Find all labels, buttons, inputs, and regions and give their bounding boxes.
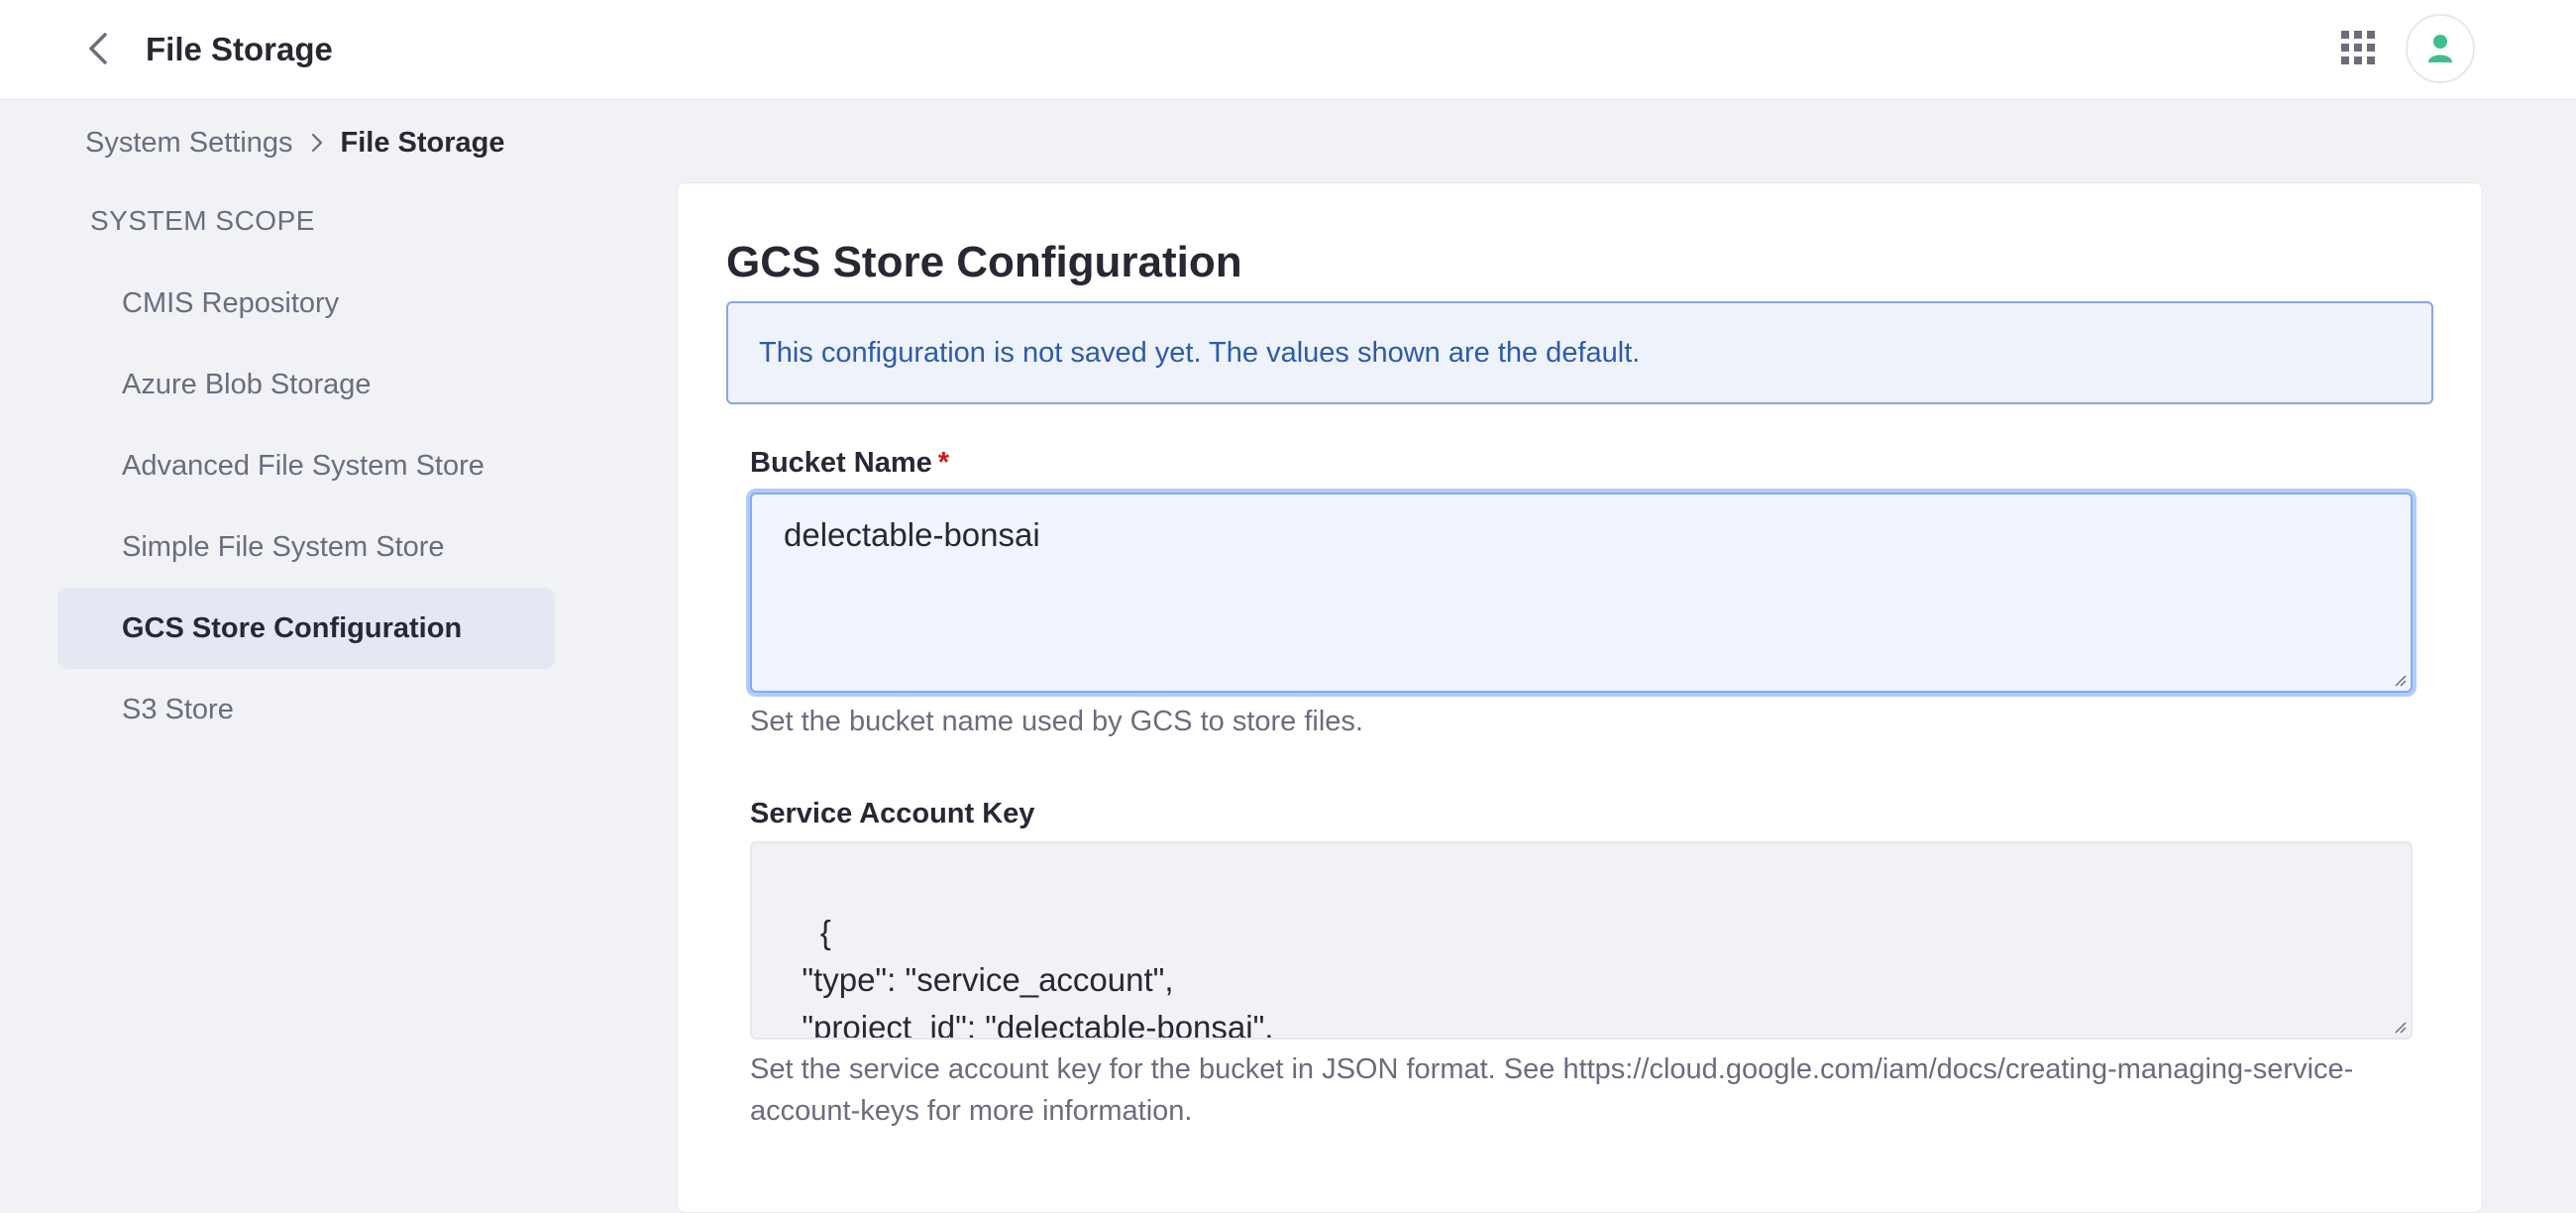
breadcrumb-current: File Storage: [340, 126, 505, 159]
bucket-name-label: Bucket Name *: [750, 447, 949, 480]
sidebar-item-s3-store[interactable]: S3 Store: [57, 669, 555, 750]
bucket-name-label-text: Bucket Name: [750, 447, 932, 479]
sidebar-item-simple-file-system-store[interactable]: Simple File System Store: [57, 506, 555, 588]
user-avatar-button[interactable]: [2406, 14, 2475, 83]
sidebar-item-azure-blob-storage[interactable]: Azure Blob Storage: [57, 344, 555, 425]
chevron-right-icon: [311, 133, 323, 153]
back-button[interactable]: [75, 26, 121, 71]
required-mark: *: [937, 447, 950, 479]
sidebar-item-gcs-store-configuration[interactable]: GCS Store Configuration: [57, 588, 555, 669]
configuration-card: GCS Store Configuration This configurati…: [677, 182, 2483, 1213]
bucket-name-input[interactable]: delectable-bonsai: [750, 493, 2413, 693]
service-account-key-label: Service Account Key: [750, 798, 1035, 829]
chevron-left-icon: [89, 33, 107, 64]
sidebar-item-advanced-file-system-store[interactable]: Advanced File System Store: [57, 425, 555, 506]
service-account-key-help: Set the service account key for the buck…: [750, 1048, 2353, 1132]
breadcrumb-system-settings[interactable]: System Settings: [85, 127, 293, 160]
resize-handle-icon[interactable]: [2393, 673, 2407, 687]
sidebar-nav: CMIS Repository Azure Blob Storage Advan…: [57, 263, 555, 750]
app-title: File Storage: [146, 31, 333, 67]
grid-icon: [2341, 31, 2375, 64]
sidebar-item-cmis-repository[interactable]: CMIS Repository: [57, 263, 555, 344]
sidebar-heading: SYSTEM SCOPE: [90, 205, 315, 236]
service-account-key-value: { "type": "service_account", "project_id…: [802, 914, 1274, 1040]
breadcrumb: System Settings File Storage: [85, 123, 505, 163]
page-title: GCS Store Configuration: [726, 238, 1242, 286]
top-navigation-bar: File Storage: [0, 0, 2576, 100]
bucket-name-value: delectable-bonsai: [784, 516, 1040, 553]
resize-handle-icon[interactable]: [2393, 1020, 2407, 1034]
bucket-name-help: Set the bucket name used by GCS to store…: [750, 706, 1363, 737]
service-account-key-input[interactable]: { "type": "service_account", "project_id…: [750, 841, 2413, 1040]
user-icon: [2428, 35, 2452, 62]
service-account-key-help-line-1: Set the service account key for the buck…: [750, 1053, 2354, 1085]
service-account-key-help-line-2: account-keys for more information.: [750, 1095, 1193, 1127]
info-alert: This configuration is not saved yet. The…: [726, 301, 2433, 404]
applications-menu-button[interactable]: [2336, 26, 2380, 69]
